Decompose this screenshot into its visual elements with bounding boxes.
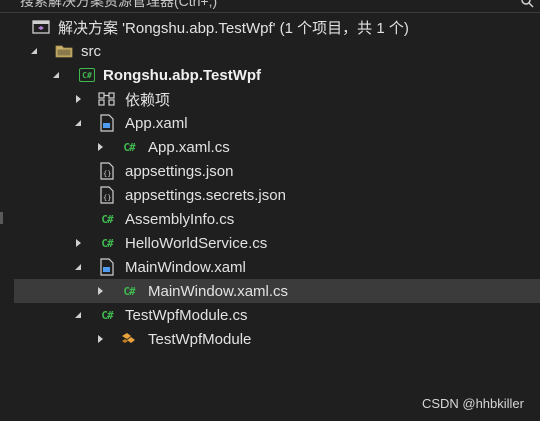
tree-item-solution[interactable]: 解决方案 'Rongshu.abp.TestWpf' (1 个项目，共 1 个) bbox=[0, 15, 540, 39]
tree-item-appsettings-json[interactable]: {} appsettings.json bbox=[0, 159, 540, 183]
csharp-file-icon: C# bbox=[123, 140, 135, 154]
search-icon[interactable] bbox=[520, 0, 534, 8]
csharp-file-icon: C# bbox=[101, 236, 113, 250]
xaml-file-icon bbox=[98, 258, 116, 276]
tree-label: TestWpfModule bbox=[148, 330, 252, 348]
tree-item-app-xaml[interactable]: App.xaml bbox=[0, 111, 540, 135]
expanded-arrow-icon[interactable] bbox=[72, 309, 84, 321]
tree-item-helloworldservice[interactable]: C# HelloWorldService.cs bbox=[0, 231, 540, 255]
expanded-arrow-icon[interactable] bbox=[50, 69, 62, 81]
json-file-icon: {} bbox=[98, 186, 116, 204]
tree-item-testwpfmodule-class[interactable]: TestWpfModule bbox=[0, 327, 540, 351]
tree-item-dependencies[interactable]: 依赖项 bbox=[0, 87, 540, 111]
expanded-arrow-icon[interactable] bbox=[72, 261, 84, 273]
folder-icon bbox=[55, 42, 73, 60]
tree-label: TestWpfModule.cs bbox=[125, 306, 248, 324]
tree-item-src[interactable]: src bbox=[0, 39, 540, 63]
tree-label: App.xaml bbox=[125, 114, 188, 132]
tree-label: App.xaml.cs bbox=[148, 138, 230, 156]
tree-item-app-xaml-cs[interactable]: C# App.xaml.cs bbox=[0, 135, 540, 159]
collapsed-arrow-icon[interactable] bbox=[72, 237, 84, 249]
tree-label: appsettings.secrets.json bbox=[125, 186, 286, 204]
tree-label: 依赖项 bbox=[125, 91, 171, 109]
dependencies-icon bbox=[98, 90, 116, 108]
csharp-file-icon: C# bbox=[101, 212, 113, 226]
search-input[interactable]: 搜索解决方案资源管理器(Ctrl+;) bbox=[20, 0, 217, 11]
tree-item-mainwindow-xaml-cs[interactable]: C# MainWindow.xaml.cs bbox=[14, 279, 540, 303]
tree-item-project[interactable]: C# Rongshu.abp.TestWpf bbox=[0, 63, 540, 87]
json-file-icon: {} bbox=[98, 162, 116, 180]
csharp-project-icon: C# bbox=[78, 66, 96, 84]
class-icon bbox=[120, 330, 138, 348]
tree-label: appsettings.json bbox=[125, 162, 234, 180]
csharp-file-icon: C# bbox=[123, 284, 135, 298]
tree-item-mainwindow-xaml[interactable]: MainWindow.xaml bbox=[0, 255, 540, 279]
expanded-arrow-icon[interactable] bbox=[28, 45, 40, 57]
watermark: CSDN @hhbkiller bbox=[421, 396, 524, 411]
vs-solution-icon bbox=[32, 18, 50, 36]
svg-text:{}: {} bbox=[103, 194, 111, 202]
tree-item-assemblyinfo[interactable]: C# AssemblyInfo.cs bbox=[0, 207, 540, 231]
tree-label: AssemblyInfo.cs bbox=[125, 210, 235, 228]
svg-text:{}: {} bbox=[103, 170, 111, 178]
collapsed-arrow-icon[interactable] bbox=[94, 285, 106, 297]
expanded-arrow-icon[interactable] bbox=[72, 117, 84, 129]
search-bar[interactable]: 搜索解决方案资源管理器(Ctrl+;) bbox=[0, 0, 540, 13]
tree-label: MainWindow.xaml.cs bbox=[148, 282, 289, 300]
tree-label: Rongshu.abp.TestWpf bbox=[103, 66, 262, 84]
collapsed-arrow-icon[interactable] bbox=[72, 93, 84, 105]
xaml-file-icon bbox=[98, 114, 116, 132]
collapsed-arrow-icon[interactable] bbox=[94, 333, 106, 345]
tree-label: MainWindow.xaml bbox=[125, 258, 246, 276]
tree-item-testwpfmodule-cs[interactable]: C# TestWpfModule.cs bbox=[0, 303, 540, 327]
collapsed-arrow-icon[interactable] bbox=[94, 141, 106, 153]
solution-label: 解决方案 'Rongshu.abp.TestWpf' (1 个项目，共 1 个) bbox=[58, 19, 409, 37]
csharp-file-icon: C# bbox=[101, 308, 113, 322]
tree-label: HelloWorldService.cs bbox=[125, 234, 268, 252]
tree-item-appsettings-secrets-json[interactable]: {} appsettings.secrets.json bbox=[0, 183, 540, 207]
tree-label: src bbox=[81, 42, 101, 60]
